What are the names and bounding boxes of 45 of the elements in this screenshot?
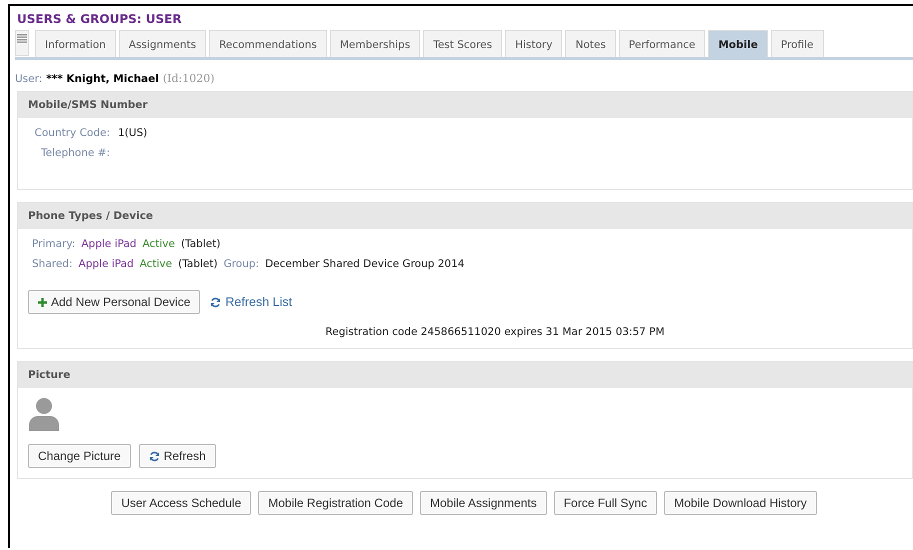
tab[interactable]: Information xyxy=(35,30,116,57)
user-name: *** Knight, Michael xyxy=(46,73,159,85)
device-type: (Tablet) xyxy=(178,258,218,272)
tab[interactable]: Performance xyxy=(618,30,706,57)
footer-button[interactable]: Force Full Sync xyxy=(554,491,658,515)
footer-button[interactable]: User Access Schedule xyxy=(111,491,252,515)
device-label: Primary: xyxy=(32,238,76,252)
device-label: Shared: xyxy=(32,258,73,272)
user-label: User: xyxy=(15,73,42,85)
refresh-button[interactable]: Refresh xyxy=(138,444,216,468)
field-label: Country Code: xyxy=(34,127,110,141)
refresh-icon xyxy=(210,296,222,308)
device-status: Active xyxy=(140,258,172,272)
page-title: USERS & GROUPS: USER xyxy=(16,11,183,28)
change-picture-button[interactable]: Change Picture xyxy=(28,444,131,468)
footer-button[interactable]: Mobile Registration Code xyxy=(258,491,413,515)
registration-text: Registration code 245866511020 expires 31 Mar 2015 03:57 PM xyxy=(324,326,666,338)
tab[interactable]: Test Scores xyxy=(423,30,502,57)
avatar-icon xyxy=(28,397,60,431)
tab[interactable]: Assignments xyxy=(118,30,206,57)
plus-icon xyxy=(38,298,47,306)
section-header: Mobile/SMS Number xyxy=(18,92,912,118)
field-label: Telephone #: xyxy=(40,147,110,161)
tab[interactable]: Mobile xyxy=(708,30,768,57)
group-name: December Shared Device Group 2014 xyxy=(265,258,464,272)
add-device-button[interactable]: Add New Personal Device xyxy=(28,290,200,314)
device-status: Active xyxy=(142,238,175,252)
tab[interactable]: Notes xyxy=(565,30,616,57)
field-value: 1(US) xyxy=(118,127,148,141)
tab[interactable]: History xyxy=(505,30,562,57)
tab[interactable]: Profile xyxy=(770,30,824,57)
footer-button[interactable]: Mobile Assignments xyxy=(420,491,547,515)
device-name: Apple iPad xyxy=(78,258,134,272)
device-name: Apple iPad xyxy=(81,238,136,252)
footer-button[interactable]: Mobile Download History xyxy=(664,491,817,515)
tab[interactable]: Memberships xyxy=(330,30,420,57)
device-type: (Tablet) xyxy=(180,238,220,252)
user-id: (Id:1020) xyxy=(162,72,215,85)
menu-icon[interactable] xyxy=(15,30,29,56)
refresh-link[interactable]: Refresh List xyxy=(210,295,292,309)
tab[interactable]: Recommendations xyxy=(209,30,327,57)
section-header: Picture xyxy=(18,362,912,388)
group-label: Group: xyxy=(224,258,260,272)
refresh-icon xyxy=(148,450,160,462)
section-header: Phone Types / Device xyxy=(18,203,912,229)
